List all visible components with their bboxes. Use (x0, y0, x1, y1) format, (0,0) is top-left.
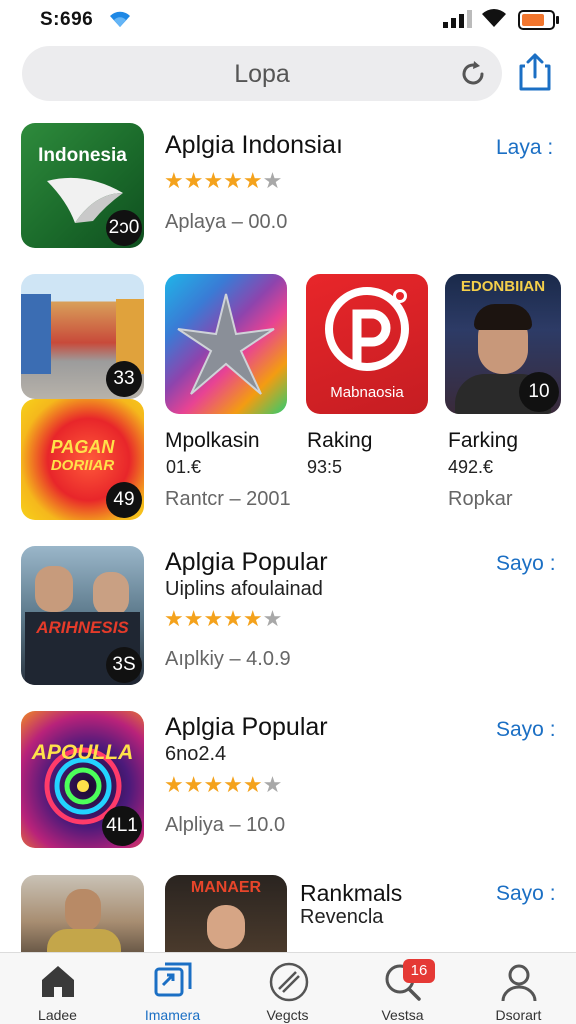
tile-label-line1: PAGAN (50, 437, 115, 457)
featured-app-title: Aplgia Indonsiaı (165, 131, 343, 159)
list-app-subtitle: 6no2.4 (165, 743, 227, 765)
icon-badge: 4L1 (102, 806, 142, 846)
tab-imamera[interactable]: Imamera (115, 953, 230, 1024)
search-bar[interactable]: Lopa (22, 46, 502, 101)
person-hair (474, 304, 532, 330)
tab-label: Vestsa (381, 1007, 424, 1023)
battery-icon (518, 10, 560, 35)
apps-icon (154, 962, 192, 997)
notification-badge: 16 (403, 959, 435, 983)
status-time: S:696 (40, 9, 94, 30)
reload-icon[interactable] (458, 59, 488, 94)
grid-tile-pagan[interactable]: PAGAN DORIIAR 49 (21, 399, 144, 520)
list-rating-stars: ★★★★★★ (164, 606, 283, 631)
share-icon[interactable] (516, 52, 554, 97)
list-icon-label: APOULLA (31, 741, 134, 764)
icon-badge: 49 (106, 482, 142, 518)
grid-meta-right: Ropkar (448, 488, 513, 510)
list-app-meta: Alpliya – 10.0 (165, 814, 286, 836)
p-logo-icon (325, 287, 409, 371)
icon-badge: 2ↄ0 (106, 210, 142, 246)
list-app-subtitle: Uiplins afoulainad (165, 578, 323, 600)
person-face (207, 905, 245, 949)
featured-icon-label: Indonesia (38, 145, 127, 166)
grid-app-icon-label: EDONBIIAN (460, 278, 546, 295)
grid-app-price: 93:5 (307, 457, 343, 477)
featured-rating-stars: ★★★★★★ (164, 168, 283, 193)
list-action-button[interactable]: Sayo : (496, 718, 556, 742)
status-bar: S:696 (0, 0, 576, 38)
list-action-button[interactable]: Sayo : (496, 552, 556, 576)
tab-ladee[interactable]: Ladee (0, 953, 115, 1024)
grid-app-name: Raking (307, 429, 373, 452)
featured-action-button[interactable]: Laya : (496, 136, 553, 160)
tab-label: Imamera (144, 1007, 201, 1023)
list-app-title: Rankmals (300, 880, 403, 906)
grid-app-icon-star[interactable] (165, 274, 287, 414)
games-icon (269, 962, 309, 1002)
grid-app-icon-p[interactable]: Mabnaosia (306, 274, 428, 414)
list-app-title: Aplgia Popular (165, 713, 328, 741)
person-right (93, 572, 129, 616)
grid-meta-left: Rantcr – 2001 (165, 488, 291, 510)
person-shirt (47, 929, 121, 952)
icon-badge: 3S (106, 647, 142, 683)
list-icon-label: MANAER (190, 879, 262, 896)
grid-app-price: 492.€ (448, 457, 494, 477)
list-app-icon-photo[interactable] (21, 875, 144, 952)
grid-app-name: Mpolkasin (165, 429, 260, 452)
person-face (65, 889, 101, 931)
list-action-button[interactable]: Sayo : (496, 882, 556, 906)
list-app-icon[interactable]: APOULLA 4L1 (21, 711, 144, 848)
grid-app-name: Farking (448, 429, 519, 452)
list-app-meta: Aıplkiy – 4.0.9 (165, 648, 291, 670)
home-icon (42, 966, 74, 997)
wifi-icon (107, 9, 133, 34)
grid-app-icon-poster[interactable]: EDONBIIAN 10 (445, 274, 561, 414)
wifi-icon (480, 8, 508, 33)
tab-vestsa[interactable]: 16 Vestsa (345, 953, 460, 1024)
search-query: Lopa (234, 60, 290, 88)
list-icon-label: ARIHNESIS (36, 618, 129, 637)
tab-dsorart[interactable]: Dsorart (461, 953, 576, 1024)
tab-label: Ladee (38, 1007, 77, 1023)
grid-tile-street[interactable]: 33 (21, 274, 144, 399)
tab-label: Vegcts (266, 1007, 309, 1023)
featured-app-meta: Aplaya – 00.0 (165, 211, 288, 233)
star-icon (177, 293, 275, 395)
person-left (35, 566, 73, 612)
tab-vegcts[interactable]: Vegcts (230, 953, 345, 1024)
tab-bar: Ladee Imamera Vegcts 16 Vestsa Dsorart (0, 952, 576, 1024)
tab-label: Dsorart (495, 1007, 542, 1023)
list-rating-stars: ★★★★★★ (164, 772, 283, 797)
building-left (21, 294, 51, 374)
profile-icon (501, 964, 537, 1002)
list-app-title: Aplgia Popular (165, 548, 328, 576)
list-app-subtitle: Revencla (300, 906, 384, 928)
icon-badge: 10 (519, 372, 559, 412)
grid-app-icon-label: Mabnaosia (330, 384, 404, 401)
icon-badge: 33 (106, 361, 142, 397)
tile-label-line2: DORIIAR (50, 457, 115, 474)
featured-app-icon[interactable]: Indonesia 2ↄ0 (21, 123, 144, 248)
list-app-icon[interactable]: ARIHNESIS 3S (21, 546, 144, 685)
cellular-signal-icon (443, 10, 473, 33)
list-app-icon[interactable]: MANAER (165, 875, 287, 952)
grid-app-price: 01.€ (166, 457, 202, 477)
